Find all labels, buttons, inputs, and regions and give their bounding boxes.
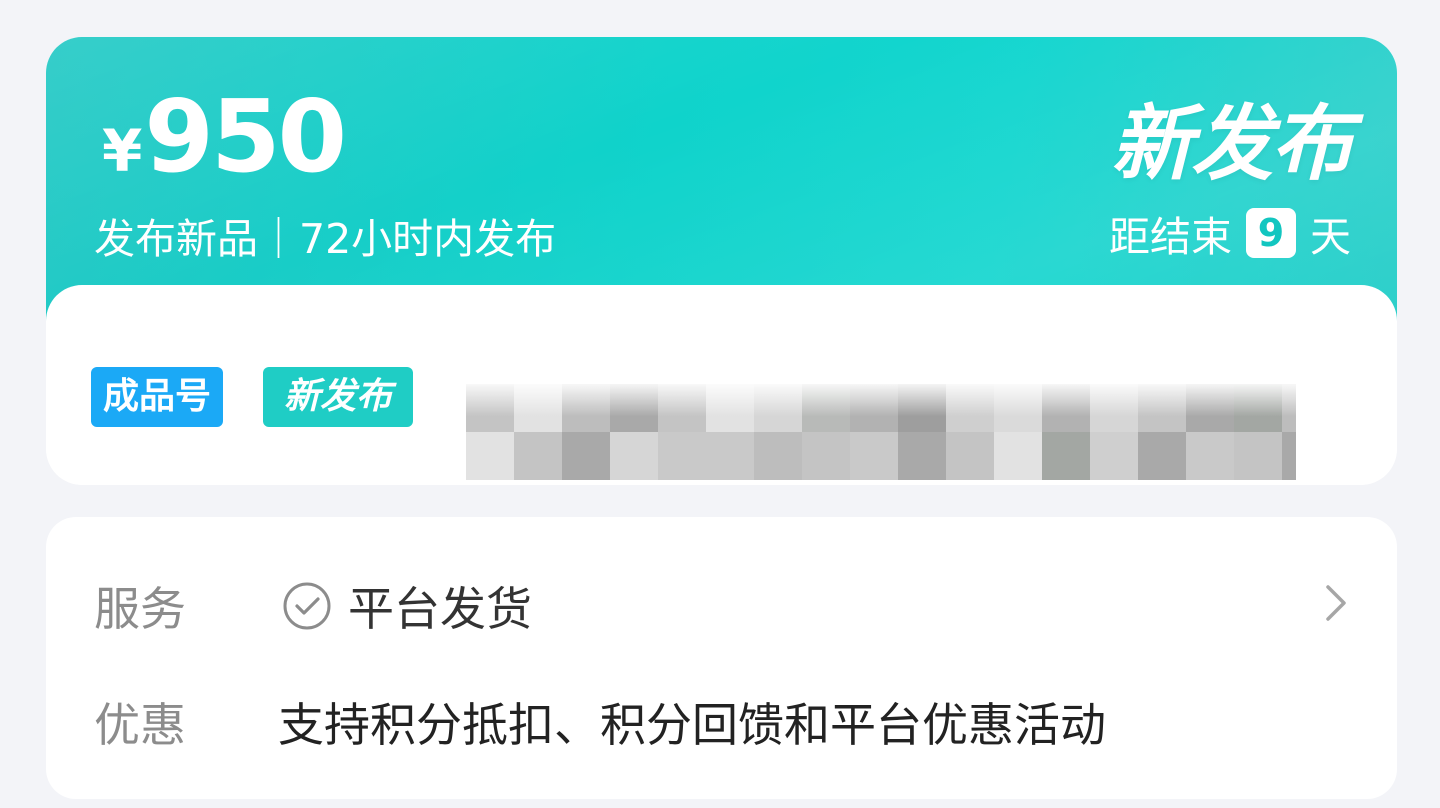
listing-card: ¥ 950 发布新品｜72小时内发布 新发布 距结束 9 天 成品号 新发布 (46, 37, 1397, 485)
price-banner: ¥ 950 发布新品｜72小时内发布 新发布 距结束 9 天 (46, 37, 1397, 327)
banner-title: 新发布 (1111, 97, 1353, 192)
service-value[interactable]: 平台发货 (282, 573, 532, 639)
countdown-prefix: 距结束 (1109, 213, 1232, 261)
currency-symbol: ¥ (102, 117, 143, 185)
blurred-fade (466, 380, 1296, 484)
banner-subtitle: 发布新品｜72小时内发布 (94, 215, 557, 263)
price-amount: 950 (144, 78, 347, 195)
tag-product: 成品号 (91, 367, 223, 427)
countdown: 距结束 9 天 (1109, 203, 1351, 263)
tag-new: 新发布 (263, 367, 413, 427)
check-circle-icon (283, 582, 331, 630)
service-value-text: 平台发货 (348, 582, 532, 636)
countdown-days: 9 (1246, 208, 1296, 258)
blurred-title (466, 380, 1296, 484)
page: ¥ 950 发布新品｜72小时内发布 新发布 距结束 9 天 成品号 新发布 服… (0, 0, 1440, 808)
chevron-right-icon[interactable] (1323, 583, 1349, 623)
discount-value: 支持积分抵扣、积分回馈和平台优惠活动 (278, 698, 1106, 752)
service-label: 服务 (94, 582, 186, 636)
service-card[interactable]: 服务 平台发货 优惠 支持积分抵扣、积分回馈和平台优惠活动 (46, 517, 1397, 799)
countdown-suffix: 天 (1310, 213, 1351, 261)
discount-label: 优惠 (94, 698, 186, 752)
price: ¥ 950 (102, 78, 347, 195)
listing-info: 成品号 新发布 (46, 285, 1397, 485)
